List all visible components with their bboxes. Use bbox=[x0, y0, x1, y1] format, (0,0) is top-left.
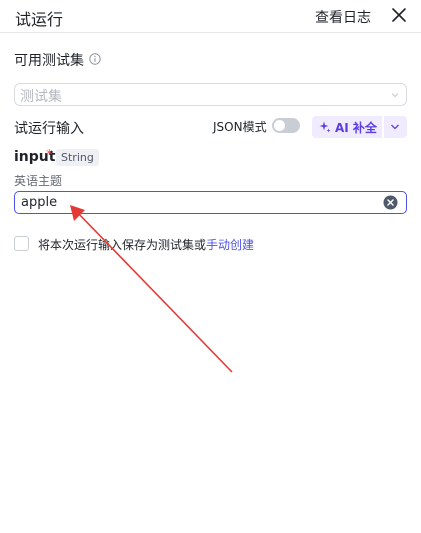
testset-placeholder: 测试集 bbox=[20, 89, 62, 105]
json-mode-toggle[interactable] bbox=[272, 118, 300, 133]
ai-options-dropdown[interactable] bbox=[384, 116, 407, 138]
info-icon[interactable] bbox=[89, 53, 101, 65]
save-testset-checkbox[interactable] bbox=[14, 236, 29, 251]
toggle-knob bbox=[274, 120, 285, 131]
testset-label: 可用测试集 bbox=[14, 53, 84, 69]
view-log-link[interactable]: 查看日志 bbox=[315, 7, 371, 27]
annotation-arrow bbox=[70, 205, 233, 373]
sparkle-icon bbox=[319, 121, 331, 133]
ai-complete-button[interactable]: AI 补全 bbox=[312, 116, 382, 138]
input-field[interactable] bbox=[21, 194, 371, 211]
clear-icon[interactable] bbox=[383, 195, 398, 210]
variable-type-tag: String bbox=[56, 149, 99, 166]
required-mark: * bbox=[46, 148, 53, 163]
panel-title: 试运行 bbox=[15, 10, 64, 29]
testset-select[interactable]: 测试集 bbox=[14, 83, 407, 106]
input-field-wrapper bbox=[14, 191, 407, 214]
manual-create-link[interactable]: 手动创建 bbox=[206, 236, 254, 253]
chevron-down-icon bbox=[391, 124, 399, 130]
panel-header: 试运行 查看日志 bbox=[0, 0, 421, 33]
save-testset-text: 将本次运行输入保存为测试集或 bbox=[38, 238, 207, 252]
chevron-down-icon bbox=[391, 93, 399, 98]
ai-complete-label: AI 补全 bbox=[335, 121, 377, 135]
run-input-label: 试运行输入 bbox=[14, 121, 84, 137]
json-mode-label: JSON模式 bbox=[213, 120, 267, 134]
variable-description: 英语主题 bbox=[14, 174, 63, 188]
close-icon[interactable] bbox=[390, 6, 408, 24]
